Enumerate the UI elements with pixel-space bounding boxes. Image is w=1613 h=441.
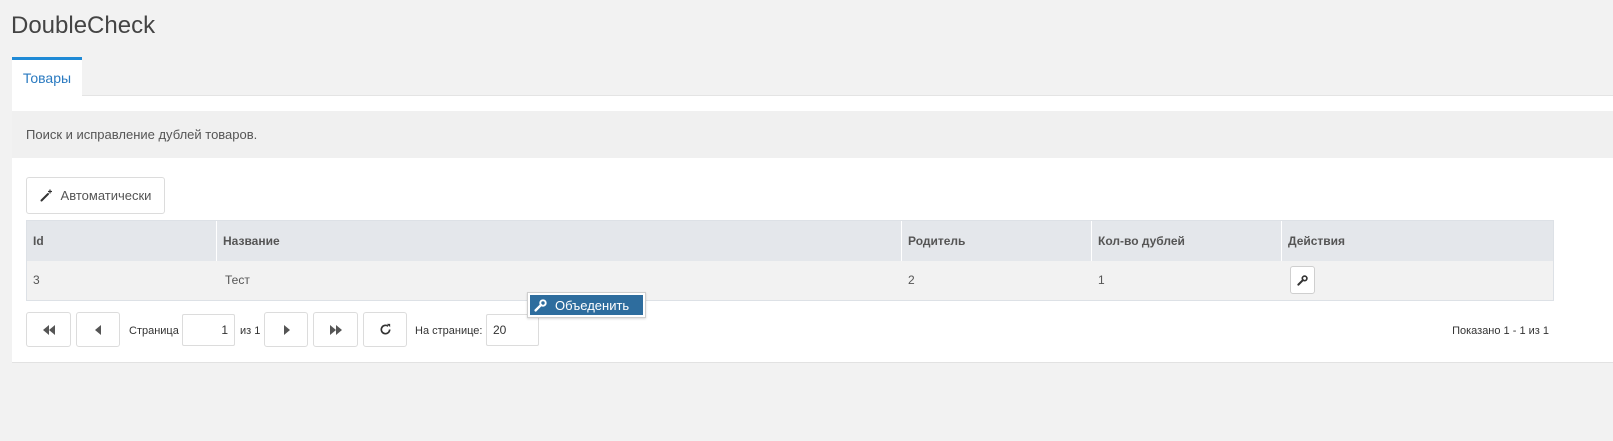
duplicates-grid: Id Название Родитель Кол-во дублей Дейст… (26, 220, 1554, 301)
context-menu: Объеденить (527, 292, 646, 318)
main-panel: Поиск и исправление дублей товаров. Авто… (12, 96, 1613, 363)
per-page-label: На странице: (415, 325, 483, 337)
app-title: DoubleCheck (11, 12, 156, 39)
page-label: Страница (129, 325, 179, 337)
chevron-right-icon (283, 324, 290, 335)
double-chevron-left-icon (42, 324, 55, 335)
page-number-input[interactable]: 1 (182, 314, 235, 346)
column-header-parent[interactable]: Родитель (902, 221, 1092, 261)
per-page-input[interactable]: 20 (486, 314, 539, 346)
pager-summary: Показано 1 - 1 из 1 (1452, 325, 1549, 337)
context-menu-item-label: Объеденить (555, 297, 630, 313)
column-header-actions[interactable]: Действия (1282, 221, 1555, 261)
grid-header: Id Название Родитель Кол-во дублей Дейст… (27, 221, 1553, 261)
auto-button[interactable]: Автоматически (26, 177, 165, 214)
column-header-id[interactable]: Id (27, 221, 217, 261)
first-page-button[interactable] (26, 312, 71, 347)
auto-button-label: Автоматически (60, 188, 152, 203)
column-header-name[interactable]: Название (217, 221, 902, 261)
cell-id: 3 (33, 273, 40, 287)
context-menu-item-merge[interactable]: Объеденить (530, 295, 643, 315)
wrench-icon (534, 298, 547, 312)
table-row[interactable]: 3 Тест 2 1 (27, 261, 1553, 300)
page-count-label: из 1 (240, 325, 261, 337)
tab-products[interactable]: Товары (12, 57, 82, 97)
refresh-button[interactable] (363, 312, 407, 347)
prev-page-button[interactable] (76, 312, 120, 347)
chevron-left-icon (94, 324, 101, 335)
magic-wand-icon (40, 189, 52, 202)
cell-parent: 2 (908, 273, 915, 287)
wrench-icon (1297, 274, 1308, 286)
next-page-button[interactable] (264, 312, 308, 347)
description-bar: Поиск и исправление дублей товаров. (12, 111, 1613, 158)
tab-bar: Товары (12, 57, 1613, 97)
refresh-icon (380, 323, 391, 335)
row-action-button[interactable] (1290, 266, 1315, 294)
column-header-dup-count[interactable]: Кол-во дублей (1092, 221, 1282, 261)
double-chevron-right-icon (329, 324, 342, 335)
cell-name: Тест (225, 273, 250, 287)
last-page-button[interactable] (313, 312, 358, 347)
cell-dup-count: 1 (1098, 273, 1105, 287)
